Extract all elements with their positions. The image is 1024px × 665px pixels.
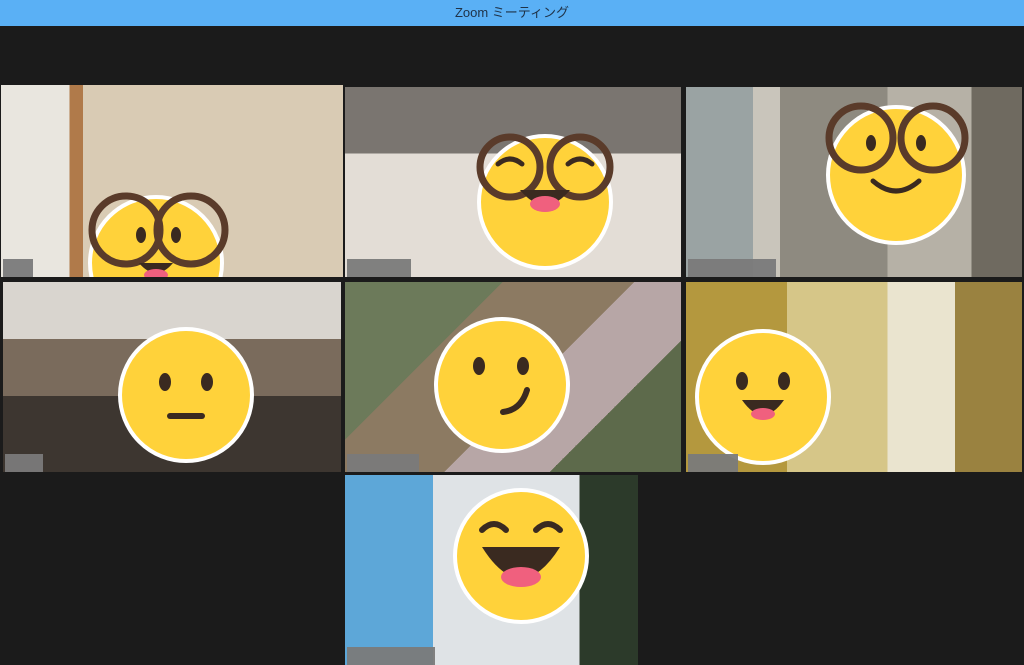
video-tile-participant-3[interactable] [686, 87, 1022, 277]
video-tile-participant-7[interactable] [345, 475, 638, 665]
participant-name-bar [688, 259, 776, 277]
participant-name-bar [5, 454, 43, 472]
participant-name-bar [347, 647, 435, 665]
participant-name-bar [347, 259, 411, 277]
emoji-happy-face-icon [695, 329, 831, 465]
participant-name-bar [688, 454, 738, 472]
participant-name-bar [347, 454, 419, 472]
video-tile-participant-6[interactable] [686, 282, 1022, 472]
emoji-smirk-face-icon [434, 317, 570, 453]
emoji-glasses-tongue-icon [88, 192, 229, 277]
video-tile-participant-1[interactable] [1, 85, 343, 277]
participant-name-bar [3, 259, 33, 277]
emoji-glasses-smile-icon [825, 102, 969, 245]
video-tile-participant-4[interactable] [3, 282, 341, 472]
emoji-grinning-face-icon [453, 488, 589, 624]
video-tile-participant-2[interactable] [345, 87, 681, 277]
window-title: Zoom ミーティング [454, 5, 570, 20]
emoji-glasses-grin-icon [476, 133, 614, 270]
video-tile-participant-5[interactable] [345, 282, 681, 472]
window-titlebar[interactable]: Zoom ミーティング [0, 0, 1024, 26]
zoom-meeting-window: Zoom ミーティング [0, 0, 1024, 665]
emoji-neutral-face-icon [118, 327, 254, 463]
